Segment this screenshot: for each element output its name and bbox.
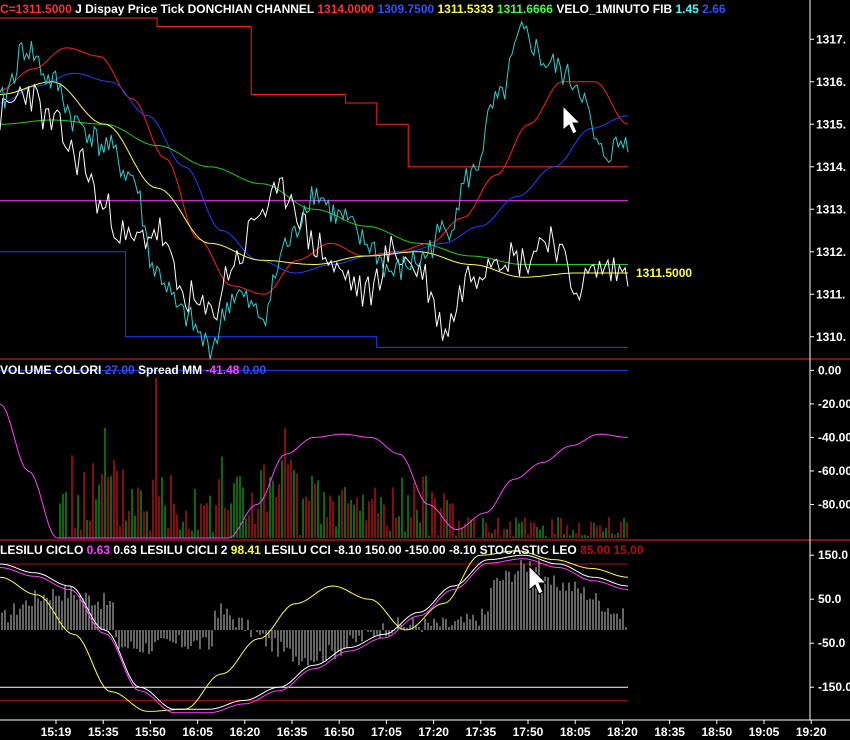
volume-panel-header: VOLUME COLORI 27.00 Spread MM -41.48 0.0… (0, 363, 266, 377)
time-tick-label: 16:20 (229, 725, 260, 739)
donchian-upper-line (0, 17, 628, 168)
price-panel-header-item: J Dispay Price Tick (72, 2, 185, 16)
trading-chart[interactable]: 1317. 1316. 1315. 1314. 1313. 1312. 1311. 1310.… (0, 0, 850, 740)
donchian-lower-line (0, 251, 628, 348)
volume-tick-label: -80.00 (818, 497, 850, 511)
price-tick-label: 1315. (816, 117, 846, 131)
price-panel-header-item: 1311.5333 (434, 2, 494, 16)
price-panel-header-item: 2.66 (699, 2, 726, 16)
price-tick-label: 1314. (816, 160, 846, 174)
time-tick-label: 15:50 (135, 725, 166, 739)
time-tick-label: 15:35 (88, 725, 119, 739)
time-tick-label: 17:35 (465, 725, 496, 739)
osc-tick-label: 150.0 (818, 548, 848, 562)
oscillator-panel-header-item: -150.00 (402, 543, 446, 557)
time-tick-label: 15:19 (41, 725, 72, 739)
volume-tick-label: 0.00 (818, 363, 842, 377)
time-tick-label: 18:05 (560, 725, 591, 739)
volume-panel-header-item: 27.00 (101, 363, 135, 377)
osc-tick-label: 50.0 (818, 592, 842, 606)
volume-panel-header-item: VOLUME COLORI (0, 363, 101, 377)
price-panel-header-item: VELO_1MINUTO FIB (553, 2, 672, 16)
green-moving-average (0, 119, 628, 265)
time-tick-label: 19:20 (796, 725, 827, 739)
price-panel-header-item: C=1311.5000 (0, 2, 72, 16)
time-tick-label: 18:35 (654, 725, 685, 739)
volume-tick-label: -40.00 (818, 430, 850, 444)
oscillator-panel-header-item: LESILU CICLI 2 (137, 543, 228, 557)
oscillator-panel-header-item: LESILU CCI (261, 543, 331, 557)
yellow-moving-average (0, 81, 628, 278)
time-tick-label: 16:35 (277, 725, 308, 739)
time-tick-label: 18:50 (701, 725, 732, 739)
oscillator-panel-header-item: 0.63 (83, 543, 110, 557)
mouse-pointer-icon (562, 104, 582, 135)
oscillator-panel-header-item: -8.10 (446, 543, 477, 557)
price-panel-header-item: 1309.7500 (374, 2, 434, 16)
time-tick-label: 16:50 (324, 725, 355, 739)
price-tick-label: 1311. (816, 287, 845, 301)
oscillator-panel-header-item: LESILU CICLO (0, 543, 83, 557)
price-tick-label: 1310. (816, 330, 846, 344)
price-panel-header-item: 1311.6666 (494, 2, 554, 16)
price-tick-label: 1316. (816, 75, 846, 89)
oscillator-panel-header-item: STOCASTIC LEO (476, 543, 576, 557)
price-panel-header-item: DONCHIAN CHANNEL (184, 2, 314, 16)
volume-tick-label: -20.00 (818, 397, 850, 411)
oscillator-panel-header-item: 150.00 (362, 543, 402, 557)
time-tick-label: 17:05 (371, 725, 402, 739)
volume-panel-header-item: Spread MM (135, 363, 202, 377)
price-panel-header: C=1311.5000 J Dispay Price Tick DONCHIAN… (0, 2, 726, 16)
oscillator-panel-header-item: 98.41 (227, 543, 261, 557)
last-price-label: 1311.5000 (636, 266, 692, 280)
price-white-series (0, 83, 629, 341)
price-cyan-series (0, 20, 629, 360)
time-tick-label: 17:20 (418, 725, 449, 739)
spread-mm-line (0, 403, 629, 539)
blue-moving-average (0, 72, 629, 274)
mouse-pointer-icon (528, 564, 548, 595)
price-tick-label: 1317. (816, 32, 846, 46)
oscillator-panel-header-item: 0.63 (110, 543, 137, 557)
volume-panel-header-item: 0.00 (239, 363, 266, 377)
price-panel-header-item: 1314.0000 (314, 2, 374, 16)
oscillator-panel-header: LESILU CICLO 0.63 0.63 LESILU CICLI 2 98… (0, 543, 644, 557)
oscillator-panel-header-item: 85.00 (577, 543, 611, 557)
osc-tick-label: -50.0 (818, 636, 846, 650)
price-tick-label: 1313. (816, 202, 846, 216)
time-tick-label: 18:20 (607, 725, 638, 739)
volume-panel-header-item: -41.48 (202, 363, 240, 377)
oscillator-panel-header-item: -8.10 (331, 543, 362, 557)
price-panel-header-item: 1.45 (672, 2, 699, 16)
volume-tick-label: -60.00 (818, 464, 850, 478)
osc-tick-label: -150.0 (818, 680, 850, 694)
time-tick-label: 19:05 (749, 725, 780, 739)
oscillator-panel-header-item: 15.00 (610, 543, 644, 557)
price-tick-label: 1312. (816, 245, 846, 259)
time-tick-label: 16:05 (182, 725, 213, 739)
red-moving-average (0, 47, 629, 295)
time-tick-label: 17:50 (513, 725, 544, 739)
